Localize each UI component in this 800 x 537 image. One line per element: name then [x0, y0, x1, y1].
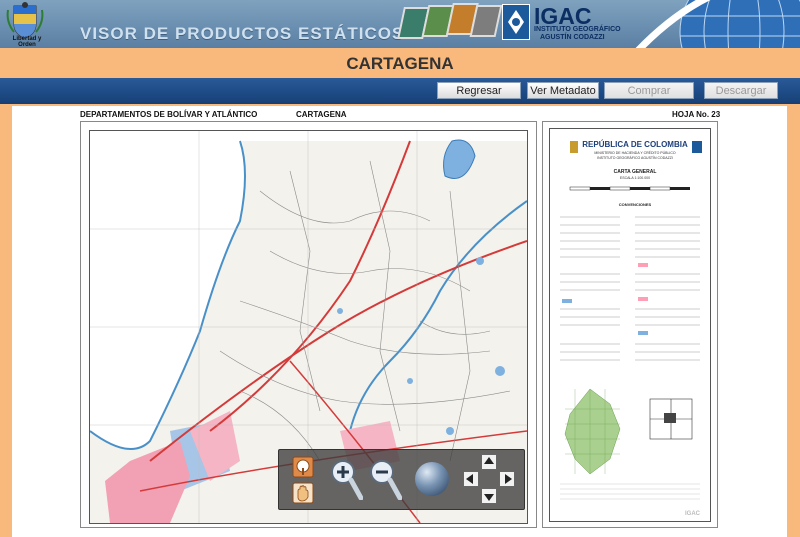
back-button[interactable]: Regresar: [437, 82, 521, 99]
app-title: VISOR DE PRODUCTOS ESTÁTICOS: [80, 24, 405, 43]
sheet-departments: DEPARTAMENTOS DE BOLÍVAR Y ATLÁNTICO: [80, 110, 258, 119]
app-header: Libertad y Orden VISOR DE PRODUCTOS ESTÁ…: [0, 0, 800, 48]
legend-map-type: CARTA GENERAL: [614, 169, 657, 175]
arrow-left-icon[interactable]: [463, 471, 479, 487]
zoom-in-icon[interactable]: [329, 458, 363, 500]
legend-panel: REPÚBLICA DE COLOMBIA MINISTERIO DE HACI…: [542, 121, 718, 528]
legend-scale: ESCALA 1:100.000: [620, 176, 650, 180]
igac-brand-sub1: INSTITUTO GEOGRÁFICO: [534, 26, 621, 33]
legend-conventions: CONVENCIONES: [619, 202, 652, 207]
legend-institute: INSTITUTO GEOGRÁFICO AGUSTÍN CODAZZI: [597, 156, 673, 160]
page-title: CARTAGENA: [346, 54, 454, 73]
sheet-number: HOJA No. 23: [672, 110, 721, 119]
igac-emblem-icon: [502, 4, 530, 40]
arrow-right-icon[interactable]: [499, 471, 515, 487]
globe-graphic-icon: [635, 0, 800, 48]
map-tiles-logo-icon: [397, 3, 502, 39]
sheet-name: CARTAGENA: [296, 110, 347, 119]
zoom-out-icon[interactable]: [368, 458, 402, 500]
legend-footer-logo: IGAC: [685, 511, 701, 517]
igac-brand-sub2: AGUSTÍN CODAZZI: [540, 34, 605, 41]
download-button[interactable]: Descargar: [704, 82, 778, 99]
buy-button[interactable]: Comprar: [604, 82, 694, 99]
map-legend: REPÚBLICA DE COLOMBIA MINISTERIO DE HACI…: [549, 128, 711, 522]
arrow-up-icon[interactable]: [481, 454, 497, 470]
legend-sheet-image: REPÚBLICA DE COLOMBIA MINISTERIO DE HACI…: [550, 129, 710, 521]
pan-hand-icon[interactable]: [292, 482, 314, 504]
shield-caption: Libertad y Orden: [12, 36, 42, 48]
legend-country: REPÚBLICA DE COLOMBIA: [582, 140, 688, 149]
info-icon[interactable]: [292, 456, 314, 478]
view-metadata-button[interactable]: Ver Metadato: [527, 82, 599, 99]
toolbar: Regresar Ver Metadato Comprar Descargar: [0, 78, 800, 104]
arrow-down-icon[interactable]: [481, 488, 497, 504]
map-navigation-toolbar: [278, 449, 525, 510]
legend-ministry: MINISTERIO DE HACIENDA Y CRÉDITO PÚBLICO: [594, 150, 676, 155]
full-extent-globe-icon[interactable]: [413, 460, 451, 498]
